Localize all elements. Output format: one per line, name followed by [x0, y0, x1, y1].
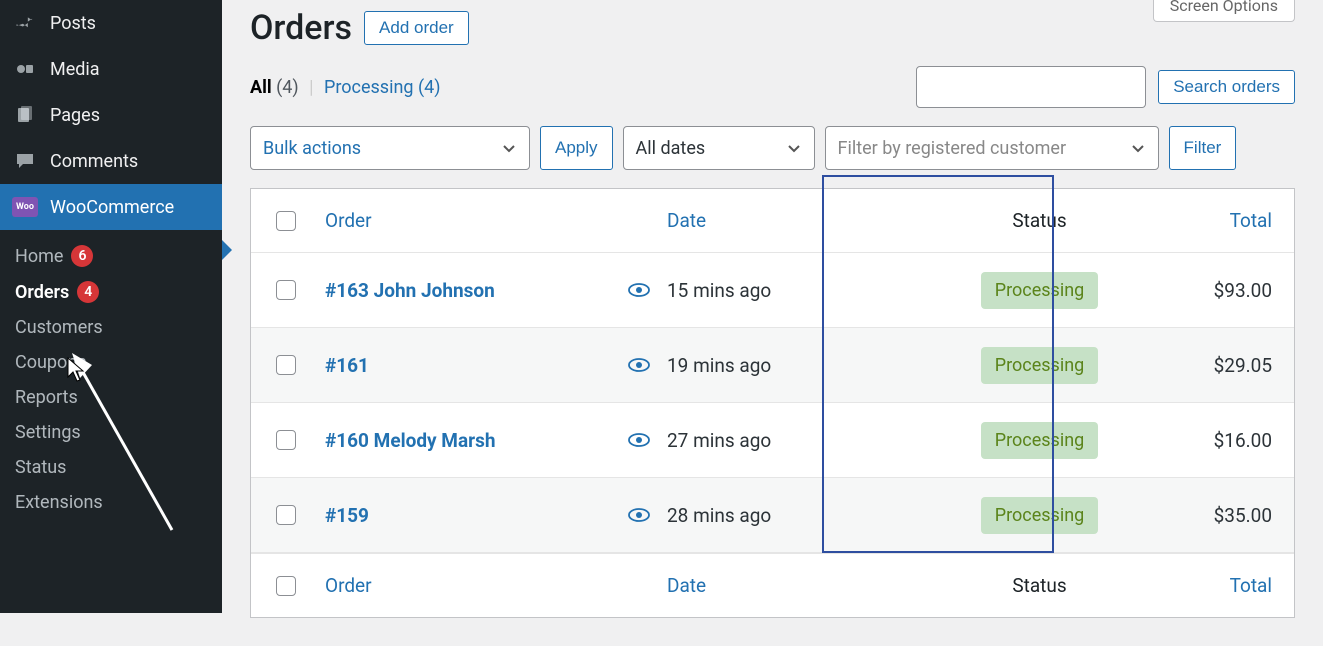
media-icon	[12, 56, 38, 82]
count-badge: 6	[71, 245, 93, 267]
dates-label: All dates	[636, 138, 706, 159]
table-row[interactable]: #163 John Johnson 15 mins ago Processing…	[251, 253, 1294, 328]
sub-item-orders[interactable]: Orders 4	[15, 274, 222, 310]
preview-icon[interactable]	[611, 508, 667, 522]
header-status: Status	[1012, 209, 1066, 232]
sidebar-item-label: Pages	[50, 105, 100, 126]
select-all-checkbox[interactable]	[276, 211, 296, 231]
sub-item-settings[interactable]: Settings	[15, 415, 222, 450]
preview-icon[interactable]	[611, 358, 667, 372]
count-badge: 4	[77, 281, 99, 303]
row-checkbox[interactable]	[276, 430, 296, 450]
header-order[interactable]: Order	[325, 209, 372, 232]
customer-filter-select[interactable]: Filter by registered customer	[825, 126, 1159, 170]
sub-item-label: Customers	[15, 317, 103, 338]
sub-item-label: Home	[15, 246, 63, 267]
footer-total[interactable]: Total	[1230, 574, 1272, 597]
woo-sub-items: Home 6 Orders 4 Customers Coupons Report…	[0, 230, 222, 528]
order-date: 27 mins ago	[667, 429, 771, 452]
main-content: Screen Options Orders Add order All (4) …	[222, 0, 1323, 646]
sub-item-extensions[interactable]: Extensions	[15, 485, 222, 520]
sidebar-item-pages[interactable]: Pages	[0, 92, 222, 138]
sidebar-item-label: Comments	[50, 151, 138, 172]
footer-order[interactable]: Order	[325, 574, 372, 597]
status-badge: Processing	[981, 422, 1099, 459]
sub-item-coupons[interactable]: Coupons	[15, 345, 222, 380]
sidebar-item-comments[interactable]: Comments	[0, 138, 222, 184]
chevron-down-icon	[786, 140, 802, 156]
woocommerce-icon: Woo	[12, 194, 38, 220]
sub-item-label: Coupons	[15, 352, 87, 373]
status-badge: Processing	[981, 347, 1099, 384]
sidebar-item-label: Posts	[50, 13, 96, 34]
order-date: 28 mins ago	[667, 504, 771, 527]
order-link[interactable]: #163 John Johnson	[325, 279, 495, 302]
sub-item-customers[interactable]: Customers	[15, 310, 222, 345]
sidebar-item-media[interactable]: Media	[0, 46, 222, 92]
chevron-down-icon	[1130, 140, 1146, 156]
sub-item-home[interactable]: Home 6	[15, 238, 222, 274]
sub-item-label: Status	[15, 457, 66, 478]
table-row[interactable]: #159 28 mins ago Processing $35.00	[251, 478, 1294, 553]
orders-table: Order Date Status Total #163 John Johnso…	[250, 188, 1295, 618]
row-checkbox[interactable]	[276, 355, 296, 375]
filter-button[interactable]: Filter	[1169, 126, 1237, 170]
table-row[interactable]: #161 19 mins ago Processing $29.05	[251, 328, 1294, 403]
order-total: $93.00	[1214, 279, 1272, 302]
bulk-actions-label: Bulk actions	[263, 138, 361, 159]
sidebar-item-posts[interactable]: Posts	[0, 0, 222, 46]
dates-select[interactable]: All dates	[623, 126, 815, 170]
filter-processing-count: (4)	[418, 77, 441, 98]
sub-item-status[interactable]: Status	[15, 450, 222, 485]
search-orders-button[interactable]: Search orders	[1158, 70, 1295, 104]
search-input[interactable]	[916, 66, 1146, 108]
order-link[interactable]: #160 Melody Marsh	[325, 429, 495, 452]
chevron-down-icon	[501, 140, 517, 156]
status-badge: Processing	[981, 497, 1099, 534]
header-date[interactable]: Date	[667, 209, 706, 232]
pin-icon	[12, 10, 38, 36]
page-title: Orders	[250, 8, 352, 48]
row-checkbox[interactable]	[276, 505, 296, 525]
sidebar-item-woocommerce[interactable]: Woo WooCommerce	[0, 184, 222, 230]
filter-all-count: (4)	[276, 77, 299, 98]
sub-item-label: Extensions	[15, 492, 103, 513]
order-total: $35.00	[1214, 504, 1272, 527]
preview-icon[interactable]	[611, 283, 667, 297]
comment-icon	[12, 148, 38, 174]
order-date: 15 mins ago	[667, 279, 771, 302]
apply-button[interactable]: Apply	[540, 126, 613, 170]
admin-sidebar: Posts Media Pages Comments Woo WooCommer…	[0, 0, 222, 613]
add-order-button[interactable]: Add order	[364, 11, 469, 45]
status-links: All (4) | Processing (4)	[250, 77, 441, 98]
preview-icon[interactable]	[611, 433, 667, 447]
bulk-actions-select[interactable]: Bulk actions	[250, 126, 530, 170]
order-date: 19 mins ago	[667, 354, 771, 377]
filter-processing[interactable]: Processing	[324, 77, 414, 98]
header-total[interactable]: Total	[1230, 209, 1272, 232]
sub-item-label: Reports	[15, 387, 78, 408]
order-link[interactable]: #161	[325, 354, 369, 377]
footer-status: Status	[1012, 574, 1066, 597]
customer-filter-placeholder: Filter by registered customer	[838, 138, 1067, 159]
filter-all[interactable]: All	[250, 77, 272, 98]
sidebar-item-label: Media	[50, 59, 100, 80]
sub-item-label: Settings	[15, 422, 81, 443]
pages-icon	[12, 102, 38, 128]
table-footer: Order Date Status Total	[251, 553, 1294, 617]
row-checkbox[interactable]	[276, 280, 296, 300]
order-link[interactable]: #159	[325, 504, 369, 527]
sub-item-reports[interactable]: Reports	[15, 380, 222, 415]
sidebar-item-label: WooCommerce	[50, 197, 174, 218]
screen-options-button[interactable]: Screen Options	[1153, 0, 1295, 22]
status-badge: Processing	[981, 272, 1099, 309]
table-header: Order Date Status Total	[251, 189, 1294, 253]
footer-date[interactable]: Date	[667, 574, 706, 597]
select-all-checkbox[interactable]	[276, 576, 296, 596]
table-row[interactable]: #160 Melody Marsh 27 mins ago Processing…	[251, 403, 1294, 478]
sub-item-label: Orders	[15, 282, 69, 303]
order-total: $29.05	[1214, 354, 1272, 377]
order-total: $16.00	[1214, 429, 1272, 452]
